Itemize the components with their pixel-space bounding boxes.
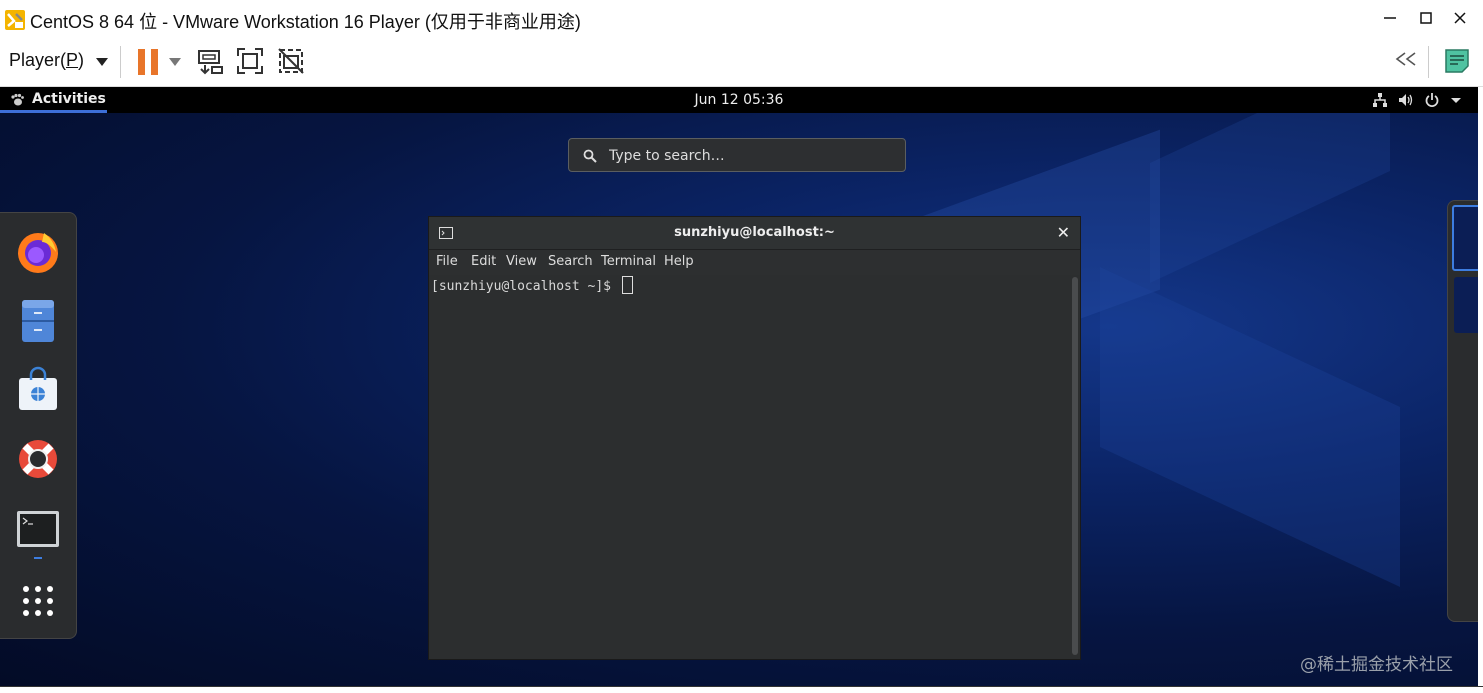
close-icon[interactable] [1448, 8, 1472, 32]
notes-icon[interactable] [1444, 48, 1470, 74]
clock[interactable]: Jun 12 05:36 [0, 92, 1478, 108]
vmware-logo-icon [5, 10, 25, 30]
minimize-icon[interactable] [1378, 8, 1402, 32]
player-menu-accelerator: P [66, 50, 79, 70]
terminal-cursor [621, 276, 633, 294]
dash [0, 212, 77, 639]
vmware-title-bar: CentOS 8 64 位 - VMware Workstation 16 Pl… [0, 0, 1483, 40]
power-options-chevron-down-icon[interactable] [169, 58, 181, 66]
toolbar-divider [120, 46, 121, 78]
window-title: CentOS 8 64 位 - VMware Workstation 16 Pl… [30, 12, 581, 32]
send-ctrl-alt-del-icon[interactable] [196, 46, 226, 76]
guest-screen[interactable]: Activities Jun 12 05:36 Type to search… … [0, 87, 1478, 686]
terminal-prompt: [sunzhiyu@localhost ~]$ [431, 276, 633, 294]
menu-search[interactable]: Search [548, 254, 593, 269]
workspace-thumbnail[interactable] [1454, 277, 1478, 333]
player-menu-label: Player( [9, 50, 67, 70]
running-indicator [34, 557, 42, 559]
workspace-thumbnail-active[interactable] [1452, 205, 1478, 271]
system-menu[interactable] [1372, 91, 1462, 109]
terminal-scrollbar[interactable] [1072, 277, 1078, 655]
toolbar-divider-right [1428, 46, 1429, 78]
terminal-menubar: File Edit View Search Terminal Help [429, 250, 1080, 274]
gnome-top-bar: Activities Jun 12 05:36 [0, 87, 1478, 113]
menu-edit[interactable]: Edit [471, 254, 496, 269]
menu-file[interactable]: File [436, 254, 458, 269]
collapse-icon[interactable] [1393, 48, 1419, 76]
help-icon[interactable] [14, 435, 62, 483]
wallpaper-shape [1100, 267, 1400, 587]
maximize-icon[interactable] [1414, 8, 1438, 32]
volume-icon [1399, 94, 1413, 106]
files-icon[interactable] [14, 297, 62, 345]
terminal-body[interactable]: [sunzhiyu@localhost ~]$ [429, 275, 1080, 659]
network-icon [1373, 93, 1387, 107]
window-border [1478, 87, 1483, 687]
pause-icon[interactable] [138, 49, 160, 75]
search-box[interactable] [568, 138, 906, 172]
prompt-text: [sunzhiyu@localhost ~]$ [431, 279, 619, 294]
menu-terminal[interactable]: Terminal [601, 254, 656, 269]
search-icon [583, 149, 597, 163]
watermark: @稀土掘金技术社区 [1300, 655, 1453, 675]
fullscreen-icon[interactable] [235, 46, 265, 76]
menu-view[interactable]: View [506, 254, 537, 269]
terminal-icon[interactable] [14, 506, 62, 554]
power-icon [1425, 93, 1439, 107]
terminal-window[interactable]: sunzhiyu@localhost:~ ✕ File Edit View Se… [428, 216, 1081, 660]
firefox-icon[interactable] [14, 228, 62, 276]
player-menu-button[interactable]: Player(P) [9, 50, 84, 71]
terminal-header-bar[interactable]: sunzhiyu@localhost:~ ✕ [429, 217, 1080, 250]
search-input[interactable] [607, 146, 891, 166]
player-menu-chevron-down-icon[interactable] [96, 58, 108, 66]
chevron-down-icon [1451, 98, 1461, 103]
player-menu-suffix: ) [78, 50, 85, 70]
software-icon[interactable] [14, 366, 62, 414]
show-apps-icon[interactable] [14, 577, 62, 625]
menu-help[interactable]: Help [664, 254, 694, 269]
close-icon[interactable]: ✕ [1057, 223, 1070, 242]
wallpaper-shape [1150, 87, 1390, 283]
vmware-toolbar: Player(P) [0, 40, 1483, 87]
terminal-title: sunzhiyu@localhost:~ [674, 225, 835, 240]
unity-icon[interactable] [276, 46, 306, 76]
